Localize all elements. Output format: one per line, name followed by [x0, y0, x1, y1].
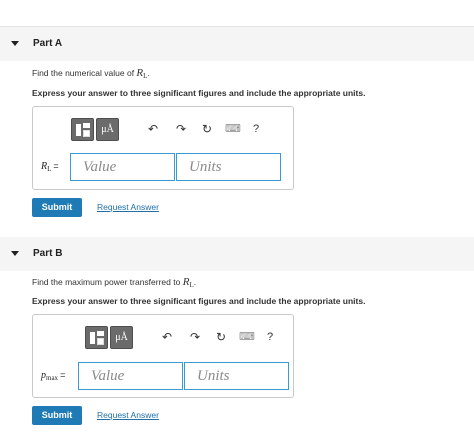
part-b-header[interactable]: Part B	[0, 237, 474, 271]
field-eq: =	[53, 161, 59, 171]
units-input[interactable]: Units	[184, 362, 289, 390]
value-input[interactable]: Value	[70, 153, 175, 181]
templates-icon-part	[97, 338, 104, 345]
part-a-field-label: RL =	[41, 161, 59, 173]
units-input[interactable]: Units	[176, 153, 281, 181]
prompt-text: Find the numerical value of	[32, 68, 137, 78]
prompt-end: .	[147, 68, 150, 78]
redo-icon[interactable]: ↷	[186, 328, 204, 346]
keyboard-icon[interactable]: ⌨	[238, 328, 256, 346]
field-sub: max	[46, 374, 59, 382]
templates-icon-part	[83, 130, 90, 137]
keyboard-icon[interactable]: ⌨	[224, 120, 242, 138]
part-b-answer-box: μÅ ↶ ↷ ↻ ⌨ ? pmax = Value Units	[32, 314, 294, 398]
part-a-answer-box: μÅ ↶ ↷ ↻ ⌨ ? RL = Value Units	[32, 106, 294, 190]
part-a-prompt: Find the numerical value of RL.	[32, 67, 150, 80]
part-a-title: Part A	[33, 38, 63, 49]
part-b-title: Part B	[33, 248, 63, 259]
part-a-submit-button[interactable]: Submit	[32, 198, 82, 217]
reset-icon[interactable]: ↻	[198, 120, 216, 138]
part-b-prompt: Find the maximum power transferred to RL…	[32, 276, 196, 289]
part-a-instruction: Express your answer to three significant…	[32, 88, 366, 98]
collapse-caret-icon[interactable]	[11, 41, 19, 46]
prompt-text: Find the maximum power transferred to	[32, 277, 183, 287]
undo-icon[interactable]: ↶	[158, 328, 176, 346]
redo-icon[interactable]: ↷	[172, 120, 190, 138]
templates-icon	[76, 124, 81, 136]
part-b-request-answer-link[interactable]: Request Answer	[97, 410, 159, 420]
math-toolbar: μÅ ↶ ↷ ↻ ⌨ ?	[71, 118, 259, 142]
templates-icon	[90, 332, 95, 344]
part-a-header[interactable]: Part A	[0, 27, 474, 61]
units-symbol-button[interactable]: μÅ	[96, 118, 119, 141]
math-toolbar: μÅ ↶ ↷ ↻ ⌨ ?	[85, 326, 273, 350]
templates-button[interactable]	[85, 326, 108, 349]
part-b-submit-button[interactable]: Submit	[32, 406, 82, 425]
reset-icon[interactable]: ↻	[212, 328, 230, 346]
templates-button[interactable]	[71, 118, 94, 141]
value-input[interactable]: Value	[78, 362, 183, 390]
templates-icon-part	[83, 123, 90, 128]
units-symbol-button[interactable]: μÅ	[110, 326, 133, 349]
templates-icon-part	[97, 331, 104, 336]
part-b-field-label: pmax =	[41, 370, 65, 382]
help-icon[interactable]: ?	[247, 120, 265, 138]
part-b-instruction: Express your answer to three significant…	[32, 296, 366, 306]
part-a-request-answer-link[interactable]: Request Answer	[97, 202, 159, 212]
help-icon[interactable]: ?	[261, 328, 279, 346]
collapse-caret-icon[interactable]	[11, 251, 19, 256]
field-sub: L	[47, 165, 52, 173]
field-eq: =	[60, 370, 66, 380]
prompt-end: .	[193, 277, 197, 287]
undo-icon[interactable]: ↶	[144, 120, 162, 138]
